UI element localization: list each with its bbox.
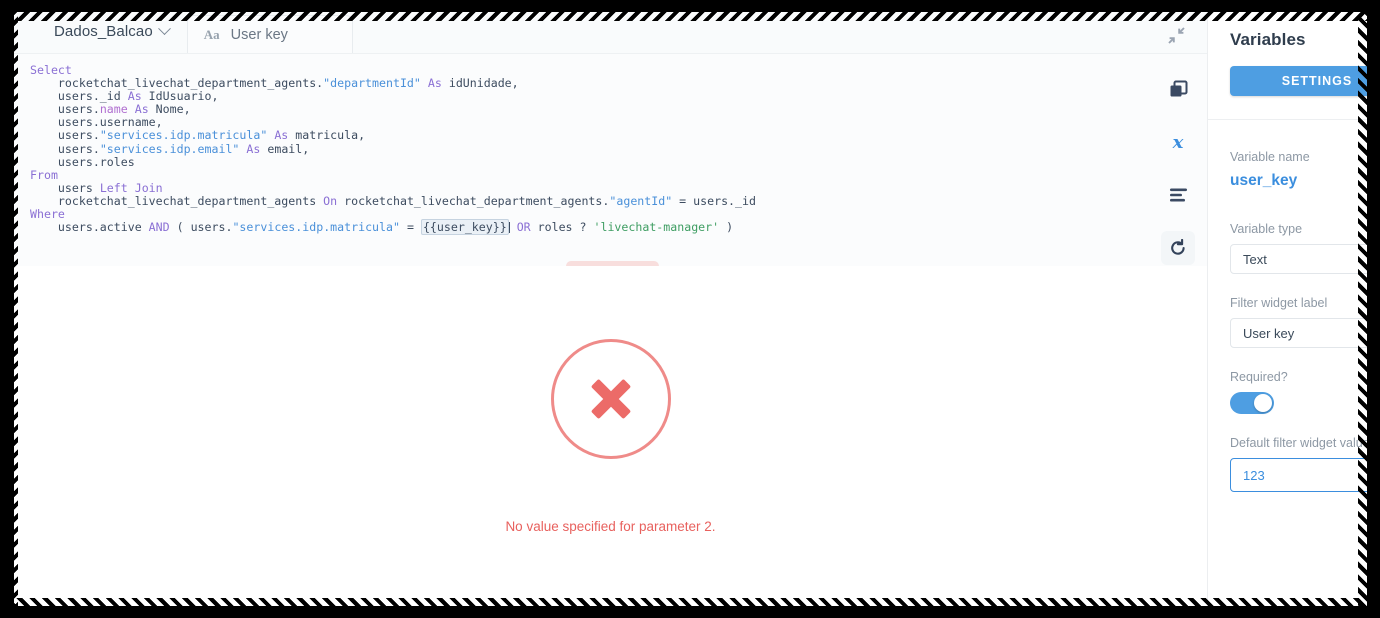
code-line: users.roles [30,154,1207,169]
database-selector-label: Dados_Balcao [54,22,153,40]
toggle-knob [1254,394,1272,412]
code-token: "services.idp.email" [99,141,240,156]
code-token: "services.idp.matricula" [232,220,400,235]
field-variable-type: Variable type Text [1208,222,1370,274]
sql-code-editor[interactable]: Select rocketchat_livechat_department_ag… [14,54,1207,266]
code-token: As [246,141,261,156]
text-type-icon: Aa [203,26,220,42]
default-value-label: Default filter widget value [1230,436,1370,450]
code-token: As [134,102,149,117]
code-line: From [30,167,1207,182]
code-token: users. [30,128,100,143]
variable-name-value: user_key [1230,172,1298,189]
required-label: Required? [1230,370,1288,384]
refresh-button[interactable] [1161,231,1195,265]
format-button[interactable] [1161,178,1195,212]
code-token: users._id [30,89,128,104]
editor-tab-bar: Dados_Balcao Aa User key [14,10,1207,54]
code-token: = [399,220,421,235]
format-lines-icon [1169,188,1187,202]
code-token: "agentId" [609,193,673,208]
settings-button[interactable]: SETTINGS [1230,66,1370,96]
code-token: idUnidade, [441,76,519,91]
code-token: Select [30,63,72,77]
field-required: Required? [1208,370,1370,414]
code-token: users.roles [30,154,135,169]
code-token: Nome, [148,102,191,117]
code-token: roles ? [530,220,594,235]
variables-panel: Variables SETTINGS Variable name user_ke… [1207,10,1370,606]
variables-x-icon: x [1172,132,1184,152]
code-line: rocketchat_livechat_department_agents On… [30,193,1207,208]
code-token: matricula, [288,128,366,143]
refresh-icon [1171,239,1185,255]
code-token: users.active [30,220,149,235]
duplicate-icon [1170,80,1187,96]
variable-name-label: Variable name [1230,150,1310,164]
code-token: users.username, [30,115,163,130]
error-x-circle-icon [550,338,671,459]
code-token: rocketchat_livechat_department_agents [30,193,324,208]
filter-widget-label-label: Filter widget label [1230,296,1328,310]
tab-user-key[interactable]: Aa User key [186,15,353,53]
code-token: rocketchat_livechat_department_agents. [337,193,610,208]
panel-title: Variables [1230,30,1306,49]
code-line: users.name As Nome, [30,103,1207,116]
code-token: email, [260,141,310,156]
code-line: users."services.idp.email" As email, [30,141,1207,156]
code-token: AND [148,220,170,235]
sql-code-text[interactable]: Select rocketchat_livechat_department_ag… [14,54,1207,236]
variables-panel-header: Variables [1208,10,1370,50]
screenshot-frame: Dados_Balcao Aa User key Select rocketch… [0,0,1380,618]
code-token: IdUsuario, [141,89,219,104]
code-token: users. [30,102,100,117]
code-token: "departmentId" [323,76,421,91]
code-token: ( users. [169,220,233,235]
collapse-arrows-icon [1167,26,1185,44]
code-line: users.active AND ( users."services.idp.m… [30,219,1207,236]
code-token: On [323,193,338,208]
database-selector[interactable]: Dados_Balcao [14,10,183,53]
editor-icon-rail: x [1161,72,1195,265]
field-filter-widget-label: Filter widget label User key [1208,296,1370,348]
field-variable-name: Variable name user_key [1208,150,1370,190]
variable-type-select[interactable]: Text [1230,244,1370,274]
default-value-input[interactable]: 123 [1230,458,1370,492]
code-token: From [30,167,58,182]
chevron-down-icon [157,21,171,35]
code-token: OR [516,220,531,235]
code-token: Where [30,207,65,222]
code-token: name [99,102,128,117]
query-result-area: No value specified for parameter 2. [14,266,1207,606]
app-window: Dados_Balcao Aa User key Select rocketch… [14,10,1370,606]
code-token: users [30,180,100,195]
required-toggle[interactable] [1230,392,1274,414]
code-token: ) [719,220,734,235]
query-editor-pane: Dados_Balcao Aa User key Select rocketch… [14,10,1207,606]
template-variable-chip: {{user_key}} [420,219,509,236]
code-line: users._id As IdUsuario, [30,90,1207,103]
code-token: As [274,128,289,143]
field-default-value: Default filter widget value 123 [1208,436,1370,492]
collapse-editor-button[interactable] [1163,22,1189,48]
svg-text:x: x [1172,132,1184,152]
filter-widget-label-input[interactable]: User key [1230,318,1370,348]
variable-type-label: Variable type [1230,222,1303,236]
error-message: No value specified for parameter 2. [505,518,716,534]
variables-button[interactable]: x [1161,125,1195,159]
code-token: As [127,89,142,104]
code-token: rocketchat_livechat_department_agents. [30,76,324,91]
code-token: 'livechat-manager' [593,220,720,235]
duplicate-button[interactable] [1161,72,1195,106]
code-token: As [427,76,442,91]
code-token: = users._id [672,193,756,208]
code-token: users. [30,141,100,156]
code-token: Left Join [99,180,163,195]
tab-label: User key [230,26,288,43]
code-token: "services.idp.matricula" [99,128,268,143]
